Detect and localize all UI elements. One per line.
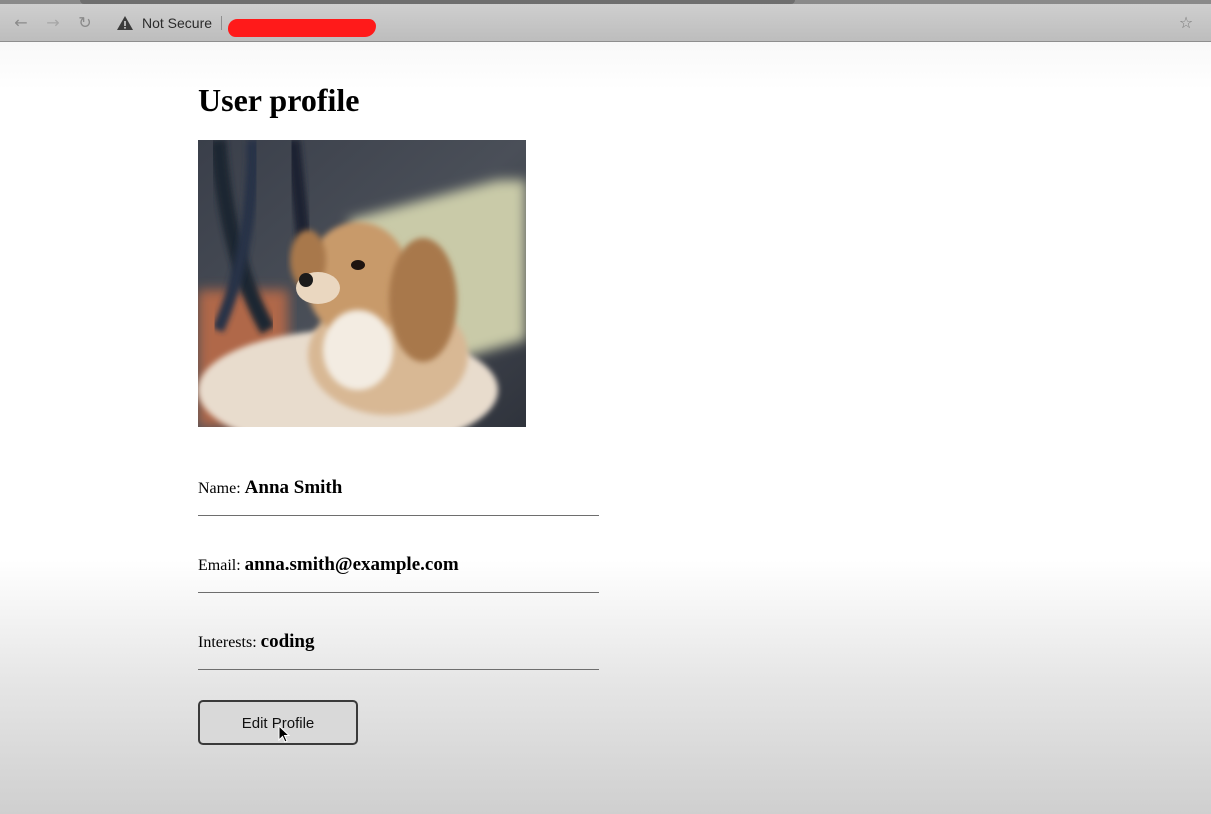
security-status-label[interactable]: Not Secure <box>142 14 212 32</box>
field-label: Name: <box>198 480 241 497</box>
address-bar-divider <box>221 16 222 30</box>
field-value: Anna Smith <box>244 477 343 498</box>
warning-triangle-icon[interactable] <box>116 14 134 32</box>
profile-field-name: Name: Anna Smith <box>198 476 599 516</box>
url-redaction-mark[interactable] <box>228 19 376 37</box>
star-icon[interactable]: ☆ <box>1177 14 1195 32</box>
field-divider <box>198 592 599 593</box>
page-title: User profile <box>198 82 360 118</box>
profile-field-email: Email: anna.smith@example.com <box>198 553 599 593</box>
forward-arrow-icon[interactable]: → <box>43 13 63 33</box>
field-divider <box>198 669 599 670</box>
profile-field-interests: Interests: coding <box>198 630 599 670</box>
field-row: Email: anna.smith@example.com <box>198 553 459 578</box>
reload-icon[interactable]: ↻ <box>75 13 95 33</box>
field-value: coding <box>260 631 315 652</box>
profile-photo <box>198 140 526 427</box>
browser-toolbar: ← → ↻ Not Secure ☆ <box>0 4 1211 42</box>
field-divider <box>198 515 599 516</box>
field-label: Email: <box>198 557 241 574</box>
field-row: Name: Anna Smith <box>198 476 342 501</box>
field-value: anna.smith@example.com <box>244 554 459 575</box>
field-label: Interests: <box>198 634 257 651</box>
field-row: Interests: coding <box>198 630 315 655</box>
dog-photo-image <box>198 140 526 427</box>
back-arrow-icon[interactable]: ← <box>11 13 31 33</box>
mouse-cursor-icon <box>278 725 290 743</box>
